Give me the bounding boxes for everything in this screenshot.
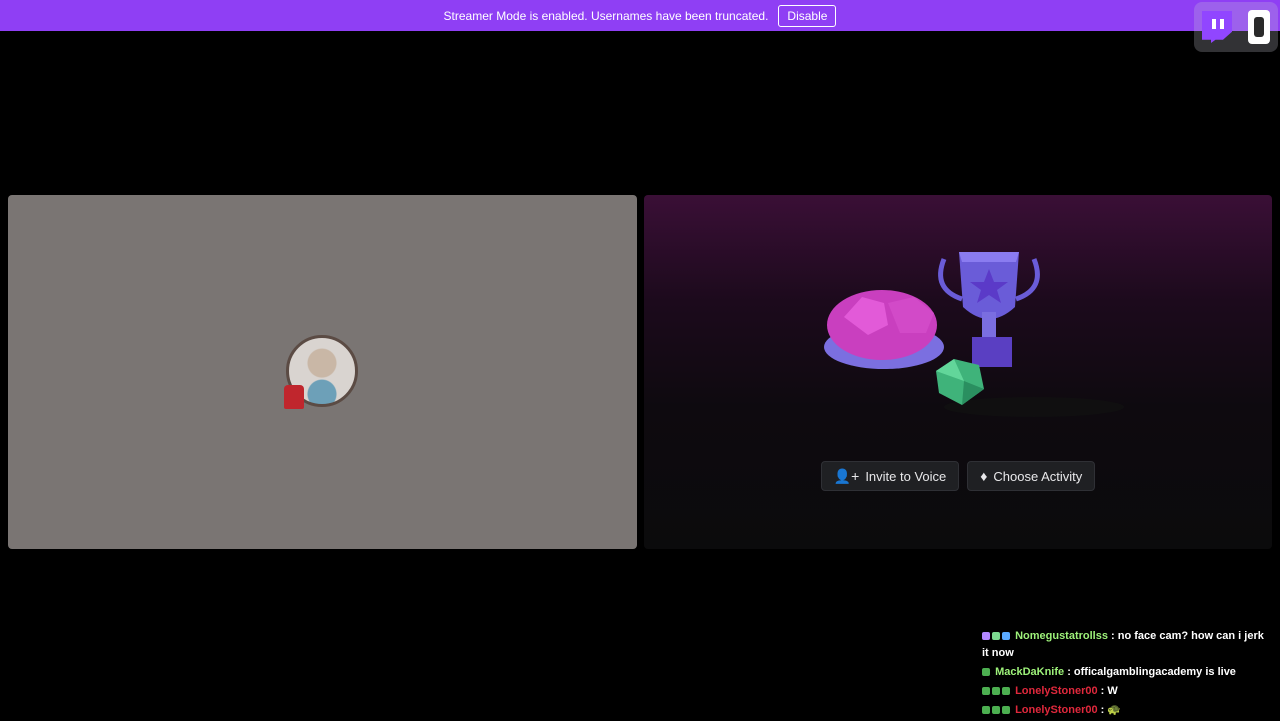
chat-message: officalgamblingacademy is live — [1073, 666, 1236, 678]
chat-username: LonelyStoner00 — [1015, 685, 1098, 697]
chat-username: Nomegustatrollss — [1015, 630, 1108, 642]
twitch-widget[interactable] — [1194, 2, 1278, 52]
add-user-icon: 👤+ — [833, 467, 860, 484]
badge-icon — [1002, 706, 1010, 715]
badge-icon — [982, 668, 990, 677]
chat-separator: : — [1064, 666, 1074, 678]
activity-tile: 👤+ Invite to Voice ♦ Choose Activity — [644, 195, 1272, 549]
activity-icon: ♦ — [980, 468, 988, 484]
chat-line: LonelyStoner00 : 🐢 — [982, 702, 1272, 719]
badge-icon — [992, 632, 1000, 641]
badge-icon — [982, 632, 990, 641]
activity-illustration — [824, 252, 1124, 417]
chat-separator: : — [1097, 685, 1108, 697]
banner-message: Streamer Mode is enabled. Usernames have… — [443, 8, 769, 23]
badge-icon — [1002, 632, 1010, 641]
chat-message: W — [1107, 685, 1118, 697]
twitch-icon — [1202, 11, 1232, 43]
avatar-decoration — [284, 385, 304, 409]
badge-icon — [982, 706, 990, 715]
chat-separator: : — [1107, 630, 1118, 642]
invite-to-voice-button[interactable]: 👤+ Invite to Voice — [820, 461, 960, 491]
badge-icon — [992, 706, 1000, 715]
choose-activity-label: Choose Activity — [993, 468, 1083, 484]
choose-activity-button[interactable]: ♦ Choose Activity — [967, 461, 1096, 491]
chat-message: 🐢 — [1107, 704, 1122, 716]
chat-line: LonelyStoner00 : W — [982, 683, 1272, 700]
streamer-mode-banner: Streamer Mode is enabled. Usernames have… — [0, 0, 1280, 31]
chat-line: MackDaKnife : officalgamblingacademy is … — [982, 664, 1272, 681]
disable-button[interactable]: Disable — [778, 4, 837, 27]
badge-icon — [982, 687, 990, 696]
badge-icon — [1002, 687, 1010, 696]
counter-icon — [1248, 10, 1270, 44]
chat-overlay: Nomegustatrollss : no face cam? how can … — [982, 628, 1272, 721]
invite-to-voice-label: Invite to Voice — [865, 468, 947, 484]
badge-icon — [992, 687, 1000, 696]
chat-separator: : — [1097, 704, 1108, 716]
chat-line: Nomegustatrollss : no face cam? how can … — [982, 628, 1272, 662]
chat-username: LonelyStoner00 — [1015, 704, 1098, 716]
video-tile-user[interactable] — [8, 195, 637, 549]
chat-username: MackDaKnife — [995, 666, 1065, 678]
